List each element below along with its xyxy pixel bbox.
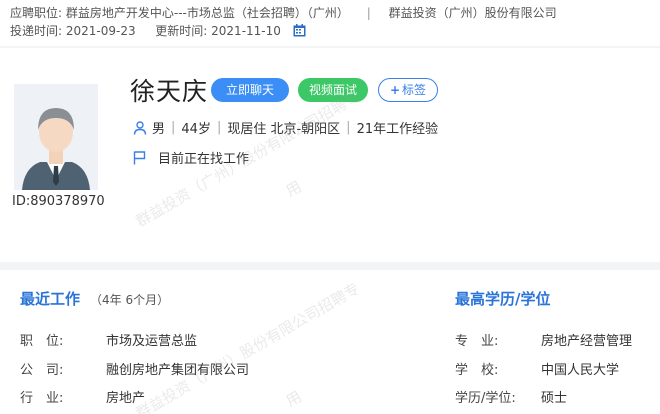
work-industry-label: 行 业: [20, 391, 64, 406]
work-position-row: 职 位: 市场及运营总监 [20, 330, 197, 349]
apply-time-label: 投递时间: [10, 24, 63, 38]
work-industry-row: 行 业: 房地产 [20, 387, 145, 406]
watermark: 用 [282, 387, 305, 411]
resume-summary: 最近工作 （4年 6个月） 职 位: 市场及运营总监 公 司: 融创房地产集团有限公司… [0, 270, 660, 414]
applied-position[interactable]: 群益房地产开发中心---市场总监（社会招聘）（广州） [66, 6, 349, 20]
job-status-text: 目前正在找工作 [158, 152, 250, 167]
divider: | [346, 120, 351, 135]
education-major: 房地产经营管理 [541, 334, 633, 349]
work-company: 融创房地产集团有限公司 [106, 363, 250, 378]
applied-position-line: 应聘职位: 群益房地产开发中心---市场总监（社会招聘）（广州） | 群益投资（… [10, 4, 557, 21]
age: 44岁 [181, 122, 211, 137]
flag-icon [133, 150, 146, 164]
add-tag-label: 标签 [402, 83, 427, 97]
candidate-profile: ID:890378970 徐天庆 立即聊天 视频面试 + 标签 男 | 44岁 |… [0, 48, 660, 262]
education-major-label: 专 业: [455, 334, 499, 349]
chat-now-button[interactable]: 立即聊天 [211, 78, 289, 102]
recent-work-duration: （4年 6个月） [90, 293, 170, 307]
watermark: 用 [282, 177, 305, 201]
gender: 男 [152, 122, 166, 137]
person-icon [133, 120, 147, 135]
plus-icon: + [389, 83, 401, 97]
company-name: 群益投资（广州）股份有限公司 [388, 6, 557, 20]
residence: 现居住 北京-朝阳区 [227, 122, 341, 137]
education-degree-label: 学历/学位: [455, 391, 516, 406]
work-experience: 21年工作经验 [356, 122, 439, 137]
candidate-id: ID:890378970 [12, 194, 105, 209]
video-interview-button[interactable]: 视频面试 [298, 78, 368, 102]
education-degree-row: 学历/学位: 硕士 [455, 387, 567, 406]
education-school: 中国人民大学 [541, 363, 620, 378]
work-company-label: 公 司: [20, 363, 64, 378]
basic-info: 男 | 44岁 | 现居住 北京-朝阳区 | 21年工作经验 [133, 118, 438, 137]
avatar [14, 84, 98, 190]
work-position-label: 职 位: [20, 334, 64, 349]
apply-time: 2021-09-23 [65, 24, 136, 38]
recent-work-title: 最近工作 （4年 6个月） [20, 288, 169, 309]
calendar-icon[interactable] [293, 24, 306, 37]
education-degree: 硕士 [541, 391, 568, 406]
application-header: 应聘职位: 群益房地产开发中心---市场总监（社会招聘）（广州） | 群益投资（… [0, 0, 660, 46]
work-industry: 房地产 [106, 391, 146, 406]
recent-work-heading: 最近工作 [20, 290, 81, 308]
job-status: 目前正在找工作 [133, 148, 249, 167]
candidate-name: 徐天庆 [130, 77, 209, 106]
divider: | [216, 120, 222, 135]
education-major-row: 专 业: 房地产经营管理 [455, 330, 632, 349]
applied-position-label: 应聘职位: [10, 6, 63, 20]
update-time: 2021-11-10 [211, 24, 281, 38]
education-school-row: 学 校: 中国人民大学 [455, 359, 619, 378]
update-time-label: 更新时间: [155, 24, 208, 38]
date-line: 投递时间: 2021-09-23 更新时间: 2021-11-10 [10, 22, 306, 39]
add-tag-button[interactable]: + 标签 [378, 78, 438, 102]
work-company-row: 公 司: 融创房地产集团有限公司 [20, 359, 249, 378]
divider: | [171, 120, 176, 135]
separator: | [366, 6, 371, 20]
work-position: 市场及运营总监 [106, 334, 198, 349]
education-school-label: 学 校: [455, 363, 499, 378]
education-title: 最高学历/学位 [455, 290, 551, 308]
